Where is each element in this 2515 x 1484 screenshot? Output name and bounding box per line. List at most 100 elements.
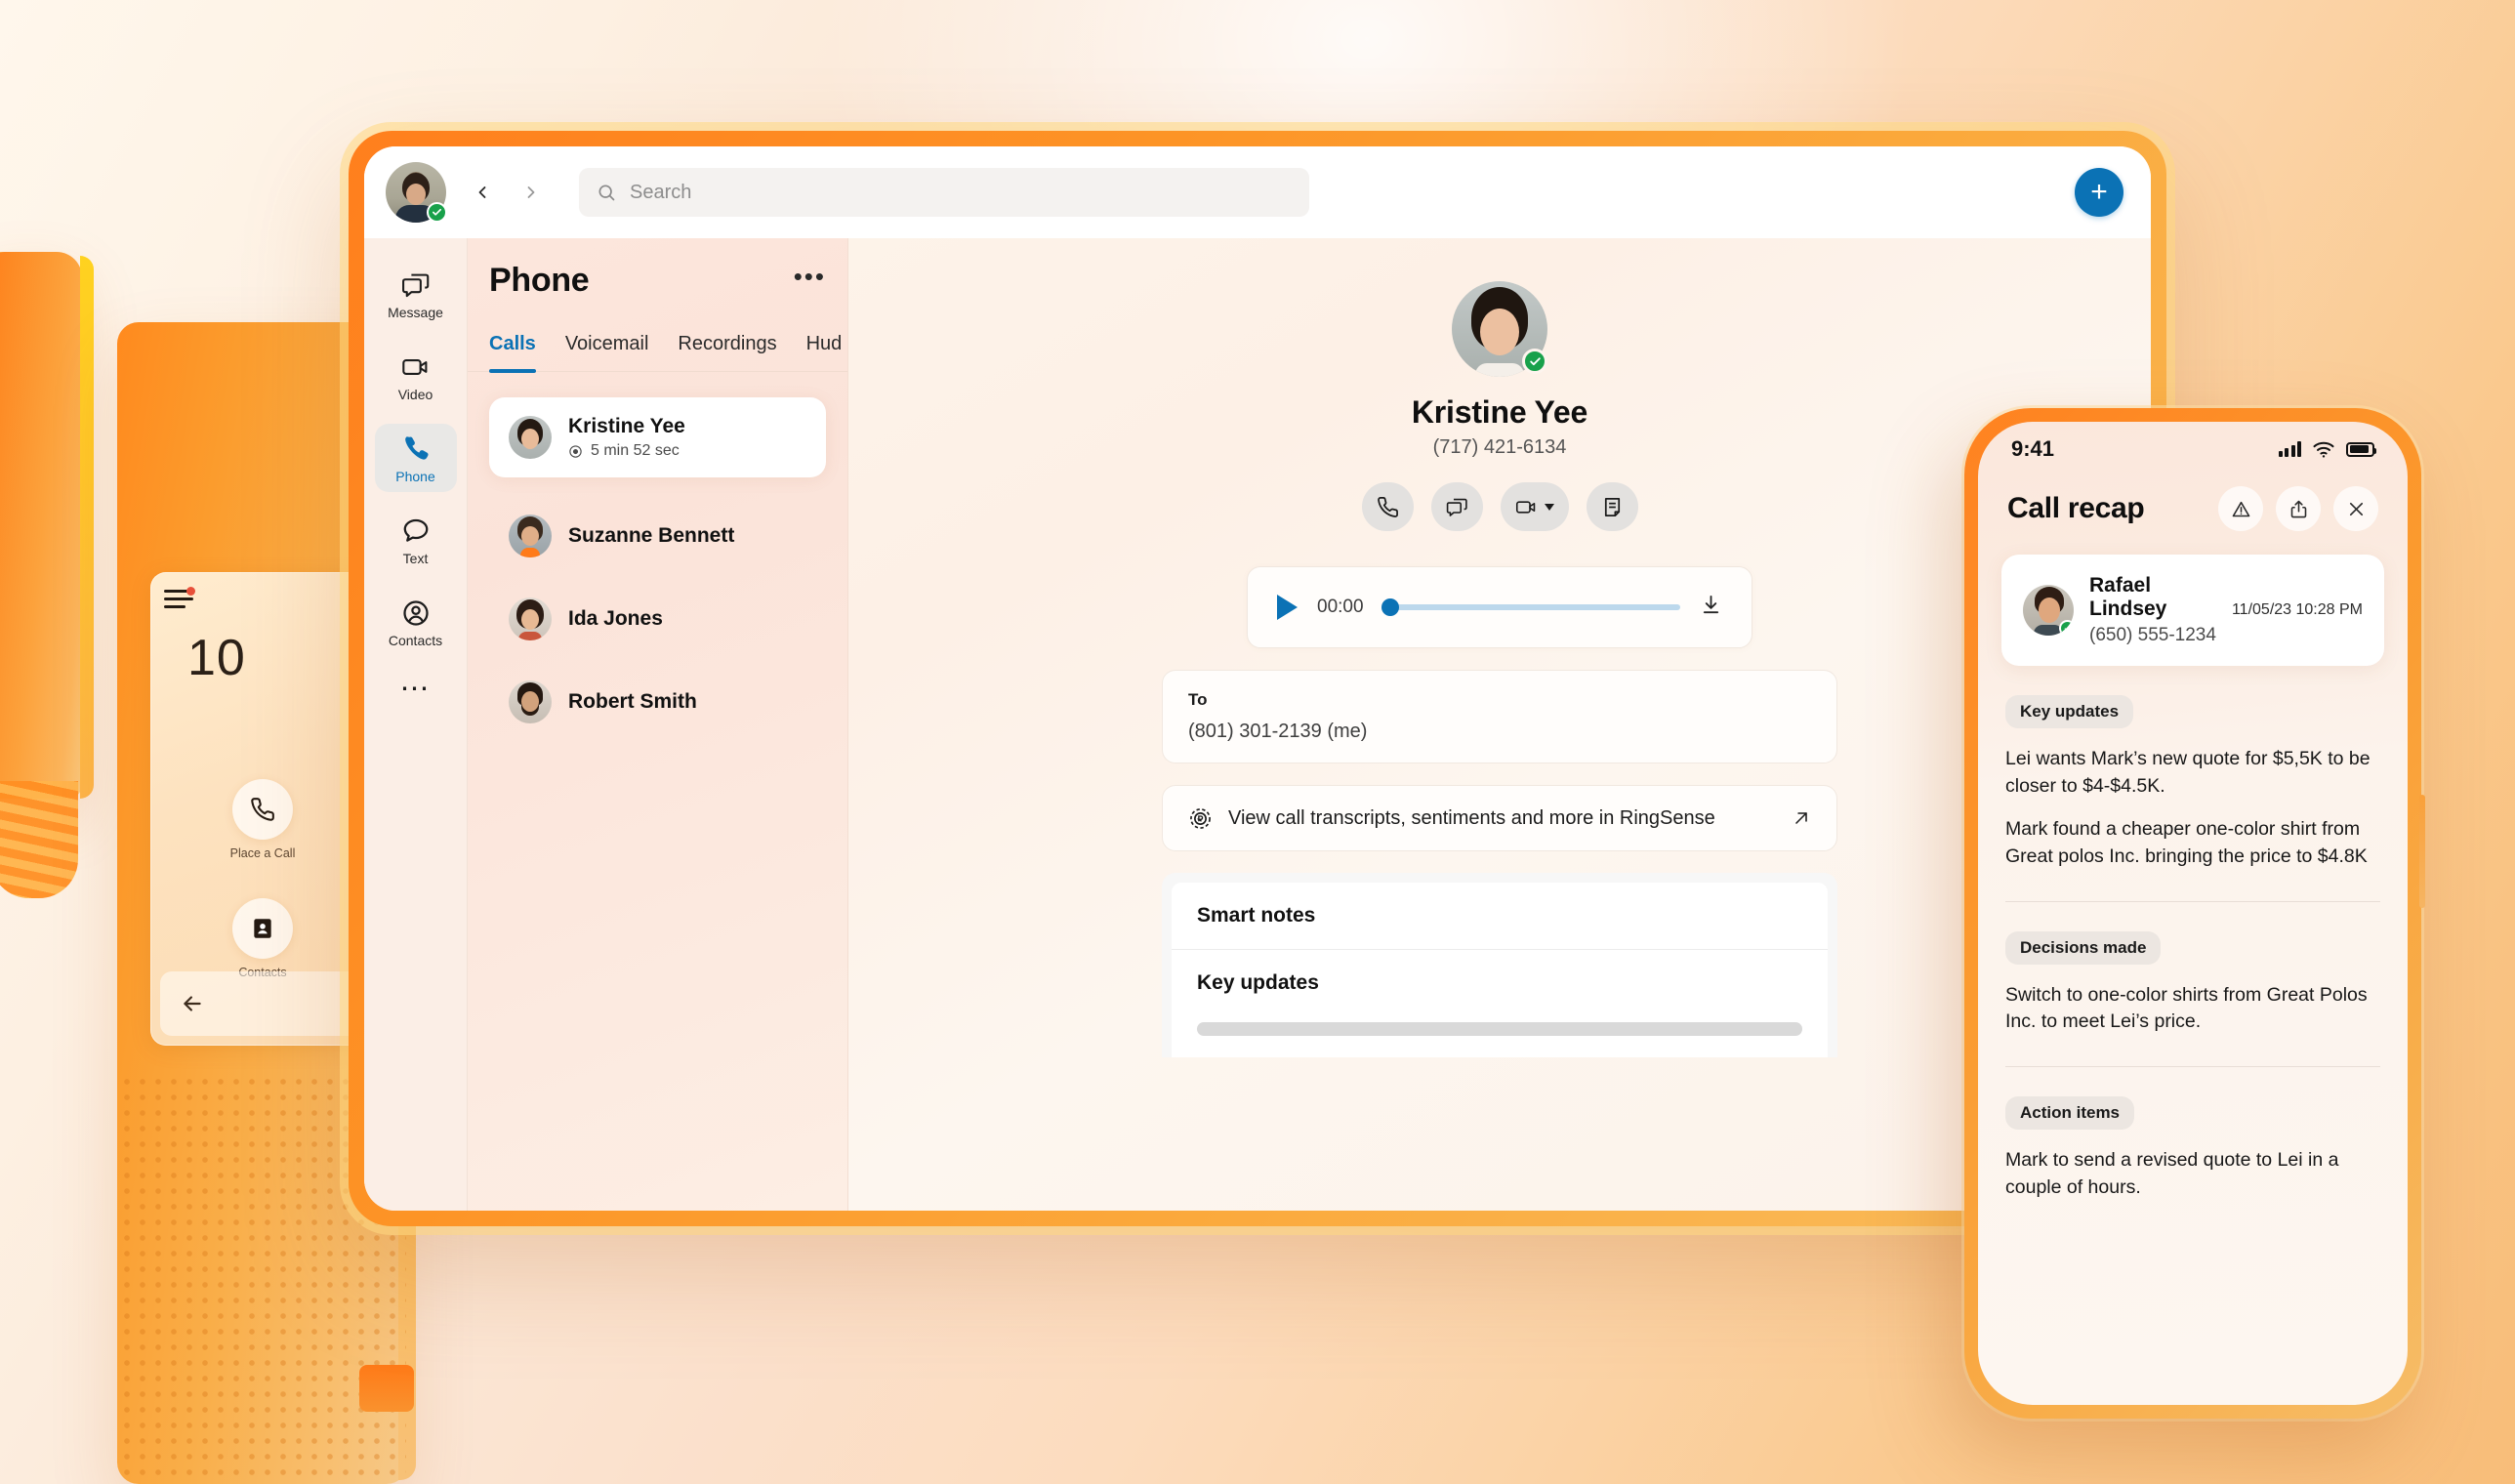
video-icon xyxy=(401,359,427,375)
tab-hud[interactable]: Hud xyxy=(806,333,843,371)
section-chip: Action items xyxy=(2005,1096,2135,1131)
tab-calls[interactable]: Calls xyxy=(489,333,536,373)
new-action-button[interactable]: + xyxy=(2075,168,2123,217)
sidebar-item-video[interactable]: Video xyxy=(375,342,457,410)
nav-buttons xyxy=(462,172,552,213)
sidebar-item-phone[interactable]: Phone xyxy=(374,424,457,492)
arrow-left-icon xyxy=(184,996,201,1011)
sidebar-item-text-label: Text xyxy=(402,551,429,566)
status-badge-available xyxy=(1522,349,1547,374)
avatar xyxy=(509,680,552,723)
warning-triangle-icon xyxy=(2232,501,2249,516)
sidebar-item-message[interactable]: Message xyxy=(375,260,457,328)
mobile-page-title: Call recap xyxy=(2007,492,2145,524)
contact-header: Kristine Yee (717) 421-6134 xyxy=(848,281,2151,531)
ringsense-link[interactable]: View call transcripts, sentiments and mo… xyxy=(1162,785,1837,851)
desk-phone-place-a-call-label: Place a Call xyxy=(229,846,296,860)
video-button[interactable] xyxy=(1500,482,1569,531)
contact-phone: (717) 421-6134 xyxy=(1432,436,1567,458)
call-item-name: Robert Smith xyxy=(568,690,697,713)
avatar xyxy=(509,515,552,557)
download-button[interactable] xyxy=(1700,594,1722,621)
record-icon xyxy=(569,444,582,458)
section-paragraph: Lei wants Mark’s new quote for $5,5K to … xyxy=(2005,748,2371,797)
contact-card-icon xyxy=(232,898,293,959)
to-value: (801) 301-2139 (me) xyxy=(1188,721,1368,742)
message-button[interactable] xyxy=(1430,482,1483,531)
mobile-contact-name: Rafael Lindsey xyxy=(2089,574,2167,620)
search-input[interactable]: Search xyxy=(630,182,691,204)
status-icons xyxy=(2278,440,2376,458)
section-action-items: Action items Mark to send a revised quot… xyxy=(1978,1067,2408,1217)
phone-icon xyxy=(1377,496,1398,517)
call-list: Kristine Yee 5 min 52 sec Suzanne Bennet… xyxy=(468,372,847,752)
desk-phone-cord xyxy=(0,781,78,898)
screenshot-stage: 10 Place a Call Contacts xyxy=(0,0,2515,1484)
chevron-left-icon xyxy=(478,186,486,198)
desk-phone-menu-icon[interactable] xyxy=(164,587,195,613)
message-icon xyxy=(1446,498,1467,516)
note-button[interactable] xyxy=(1586,482,1638,531)
mobile-contact-datetime: 11/05/23 10:28 PM xyxy=(2231,601,2363,618)
call-item-duration: 5 min 52 sec xyxy=(568,442,685,460)
external-link-icon xyxy=(1795,812,1807,824)
share-button[interactable] xyxy=(2276,486,2321,531)
chevron-right-icon xyxy=(527,186,535,198)
desk-phone-back-button[interactable] xyxy=(160,971,365,1036)
sidebar-item-phone-label: Phone xyxy=(395,469,435,484)
app-body: Message Video Phone Text Contacts ⋯ Phon… xyxy=(364,238,2151,1211)
close-icon xyxy=(2349,502,2363,515)
call-detail-pane: Kristine Yee (717) 421-6134 00:00 To (80… xyxy=(848,238,2151,1211)
video-icon xyxy=(1515,500,1535,514)
list-more-button[interactable]: ••• xyxy=(794,264,826,290)
wifi-icon xyxy=(2313,441,2334,458)
sidebar-item-more[interactable]: ⋯ xyxy=(400,670,432,709)
sidebar-item-text[interactable]: Text xyxy=(375,506,457,574)
mobile-header-actions xyxy=(2218,486,2378,531)
desk-phone-contacts-button[interactable]: Contacts xyxy=(150,898,375,979)
player-progress-knob[interactable] xyxy=(1381,598,1399,616)
play-button[interactable] xyxy=(1277,595,1298,620)
smart-notes-subtitle: Key updates xyxy=(1172,949,1828,1016)
tab-voicemail[interactable]: Voicemail xyxy=(565,333,649,371)
desktop-app-window: Search + Message Video Phone Text Contac… xyxy=(349,131,2166,1226)
back-button[interactable] xyxy=(462,172,503,213)
user-avatar[interactable] xyxy=(386,162,447,223)
phone-icon xyxy=(404,436,429,460)
call-list-item-selected[interactable]: Kristine Yee 5 min 52 sec xyxy=(489,397,826,477)
to-card: To (801) 301-2139 (me) xyxy=(1162,670,1837,763)
smart-notes-placeholder-bar xyxy=(1197,1022,1802,1036)
call-list-item[interactable]: Robert Smith xyxy=(489,669,826,735)
call-button[interactable] xyxy=(1361,482,1414,531)
sidebar-item-contacts[interactable]: Contacts xyxy=(375,588,457,656)
mobile-header: Call recap xyxy=(1978,476,2408,531)
page-title: Phone xyxy=(489,262,590,299)
search-bar[interactable]: Search xyxy=(579,168,1309,217)
desk-phone-place-a-call-button[interactable]: Place a Call xyxy=(150,779,375,860)
status-badge-available xyxy=(2059,620,2074,636)
desk-phone-number: 10 xyxy=(187,630,246,686)
search-icon xyxy=(598,185,615,201)
app-topbar: Search + xyxy=(364,146,2151,238)
player-progress-slider[interactable] xyxy=(1381,598,1680,616)
mobile-contact-card[interactable]: Rafael Lindsey (650) 555-1234 11/05/23 1… xyxy=(2001,555,2384,666)
text-bubble-icon xyxy=(403,518,428,542)
power-button[interactable] xyxy=(2419,795,2425,908)
contact-avatar xyxy=(1452,281,1547,377)
section-paragraph: Mark found a cheaper one-color shirt fro… xyxy=(2005,818,2368,868)
desktop-app-screen: Search + Message Video Phone Text Contac… xyxy=(364,146,2151,1211)
desk-phone-screen: 10 Place a Call Contacts xyxy=(150,572,375,1046)
call-list-item[interactable]: Suzanne Bennett xyxy=(489,503,826,569)
call-list-item[interactable]: Ida Jones xyxy=(489,586,826,652)
list-header: Phone ••• xyxy=(468,262,847,300)
forward-button[interactable] xyxy=(511,172,552,213)
phone-tabs: Calls Voicemail Recordings Hud xyxy=(468,333,847,373)
smart-notes-title: Smart notes xyxy=(1197,904,1316,927)
close-button[interactable] xyxy=(2333,486,2378,531)
call-item-name: Suzanne Bennett xyxy=(568,524,735,547)
mobile-screen: 9:41 Call recap Rafael Lindsey (650) 555… xyxy=(1978,422,2408,1405)
mobile-status-bar: 9:41 xyxy=(1978,422,2408,476)
cellular-signal-icon xyxy=(2278,441,2301,457)
warning-button[interactable] xyxy=(2218,486,2263,531)
tab-recordings[interactable]: Recordings xyxy=(678,333,776,371)
